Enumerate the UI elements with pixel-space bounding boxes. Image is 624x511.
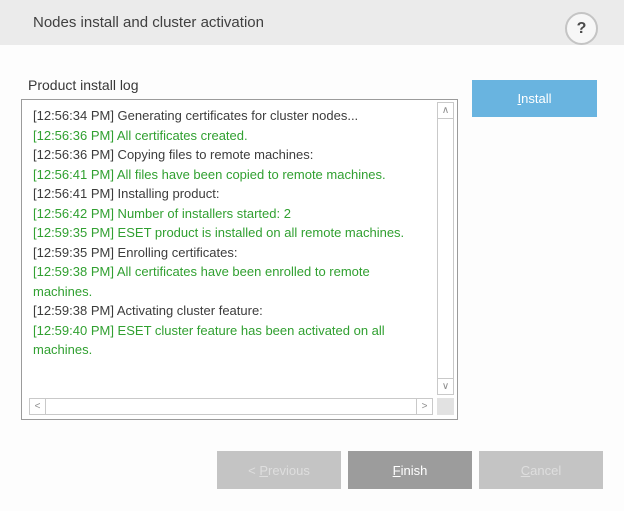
log-line: [12:56:36 PM] Copying files to remote ma… <box>33 145 432 165</box>
cancel-button[interactable]: Cancel <box>479 451 603 489</box>
dialog-nodes-install: Nodes install and cluster activation ? P… <box>0 0 624 511</box>
question-mark-icon: ? <box>567 14 596 43</box>
vertical-scroll-thumb[interactable] <box>437 118 454 379</box>
chevron-up-icon: ∧ <box>438 103 453 118</box>
previous-button[interactable]: < Previous <box>217 451 341 489</box>
dialog-header: Nodes install and cluster activation ? <box>0 0 624 45</box>
page-title: Nodes install and cluster activation <box>33 0 264 45</box>
log-line: [12:56:41 PM] All files have been copied… <box>33 165 432 185</box>
install-button[interactable]: Install <box>472 80 597 117</box>
scroll-down-button[interactable]: ∨ <box>437 378 454 395</box>
log-line: [12:56:42 PM] Number of installers start… <box>33 204 432 224</box>
vertical-scrollbar[interactable]: ∧ ∨ <box>437 102 454 395</box>
finish-button[interactable]: Finish <box>348 451 472 489</box>
log-line: [12:59:38 PM] Activating cluster feature… <box>33 301 432 321</box>
scroll-left-button[interactable]: < <box>29 398 46 415</box>
product-install-log-box[interactable]: [12:56:34 PM] Generating certificates fo… <box>21 99 458 420</box>
log-line: [12:56:41 PM] Installing product: <box>33 184 432 204</box>
log-line: [12:59:40 PM] ESET cluster feature has b… <box>33 321 432 360</box>
scroll-right-button[interactable]: > <box>416 398 433 415</box>
log-lines: [12:56:34 PM] Generating certificates fo… <box>33 106 432 360</box>
help-button[interactable]: ? <box>565 12 598 45</box>
chevron-down-icon: ∨ <box>438 379 453 394</box>
scrollbar-corner <box>437 398 454 415</box>
horizontal-scroll-thumb[interactable] <box>45 398 417 415</box>
log-line: [12:59:35 PM] Enrolling certificates: <box>33 243 432 263</box>
product-install-log-label: Product install log <box>28 77 139 93</box>
log-line: [12:59:35 PM] ESET product is installed … <box>33 223 432 243</box>
chevron-right-icon: > <box>417 399 432 414</box>
chevron-left-icon: < <box>30 399 45 414</box>
log-line: [12:56:36 PM] All certificates created. <box>33 126 432 146</box>
scroll-up-button[interactable]: ∧ <box>437 102 454 119</box>
log-line: [12:59:38 PM] All certificates have been… <box>33 262 432 301</box>
horizontal-scrollbar[interactable]: < > <box>29 398 433 415</box>
log-line: [12:56:34 PM] Generating certificates fo… <box>33 106 432 126</box>
